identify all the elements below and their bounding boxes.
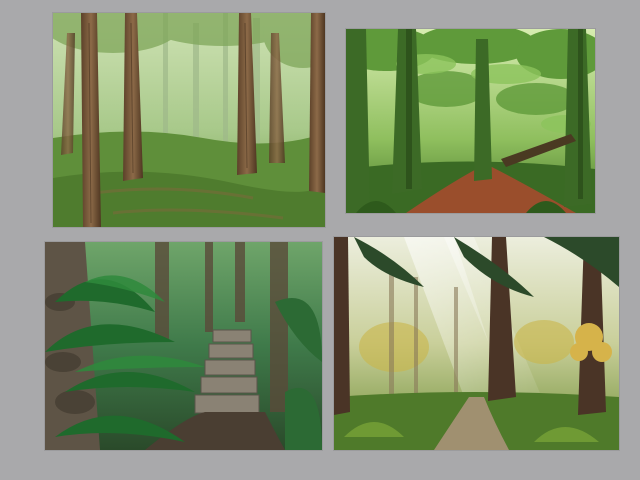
painting-canvas [45, 242, 322, 450]
painting-canvas [346, 29, 595, 213]
mossy-forest-path-painting [346, 29, 595, 213]
misty-forest-clearing-painting [53, 13, 325, 227]
painting-canvas [334, 237, 619, 450]
painting-canvas [53, 13, 325, 227]
sunlit-forest-trail-painting [334, 237, 619, 450]
fern-stone-steps-painting [45, 242, 322, 450]
gallery-page: { "page": { "background": "#a9a9ab" }, "… [0, 0, 640, 480]
